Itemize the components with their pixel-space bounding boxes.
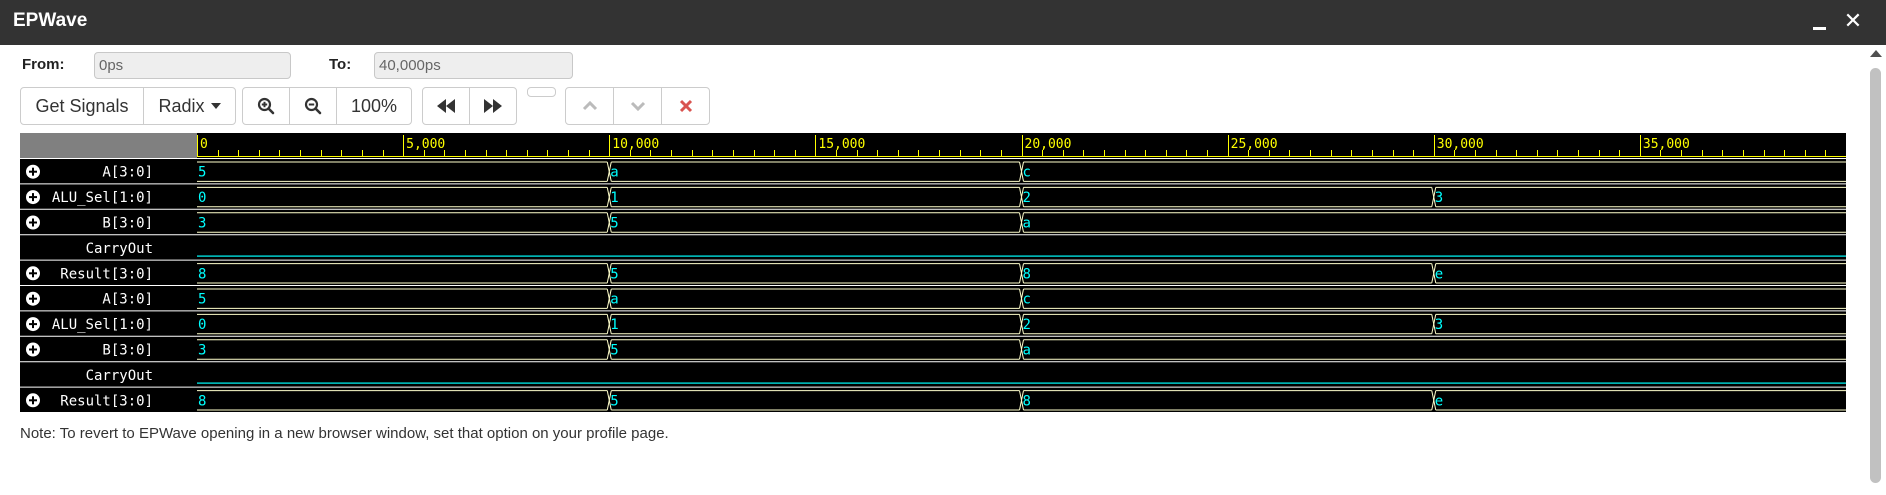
zoom-level-button[interactable]: 100% xyxy=(336,87,412,125)
backward-button[interactable] xyxy=(422,87,470,125)
timeline-tick-label: 25,000 xyxy=(1231,137,1278,152)
caret-down-icon xyxy=(210,103,221,109)
timeline-tick-label: 30,000 xyxy=(1437,137,1484,152)
to-input[interactable] xyxy=(374,52,573,79)
radix-label: Radix xyxy=(158,95,205,116)
bus-value-label: 5 xyxy=(198,165,206,181)
bus-value-label: a xyxy=(1023,343,1031,359)
zoom-out-icon xyxy=(304,97,322,115)
delete-signal-button[interactable] xyxy=(661,87,710,125)
bus-value-label: e xyxy=(1435,266,1443,282)
timeline-tick-label: 5,000 xyxy=(406,137,445,152)
timeline-tick-label: 15,000 xyxy=(818,137,865,152)
chevron-up-icon xyxy=(582,101,597,111)
zoom-out-button[interactable] xyxy=(289,87,337,125)
move-up-button[interactable] xyxy=(565,87,614,125)
note-text: Note: To revert to EPWave opening in a n… xyxy=(20,425,669,442)
zoom-in-icon xyxy=(257,97,275,115)
zoom-level-label: 100% xyxy=(350,95,398,116)
signal-name: ALU_Sel[1:0] xyxy=(52,190,153,206)
timeline-tick-label: 20,000 xyxy=(1025,137,1072,152)
forward-icon xyxy=(484,99,502,113)
bus-value-label: 3 xyxy=(1435,190,1443,206)
signal-name: B[3:0] xyxy=(102,216,153,232)
bus-value-label: 3 xyxy=(1435,317,1443,333)
bus-value-label: 8 xyxy=(1023,266,1031,282)
chevron-down-icon xyxy=(630,101,645,111)
radix-button[interactable]: Radix xyxy=(143,87,236,125)
signal-name: ALU_Sel[1:0] xyxy=(52,317,153,333)
search-pill[interactable] xyxy=(527,87,556,97)
move-down-button[interactable] xyxy=(613,87,662,125)
signals-button-group: Get Signals Radix xyxy=(20,87,236,125)
bus-value-label: 3 xyxy=(198,216,206,232)
bus-value-label: c xyxy=(1023,292,1031,308)
backward-icon xyxy=(437,99,455,113)
timeline-tick-label: 35,000 xyxy=(1643,137,1690,152)
bus-value-label: e xyxy=(1435,393,1443,409)
signal-name: B[3:0] xyxy=(102,343,153,359)
bus-value-label: 5 xyxy=(198,292,206,308)
signal-name: A[3:0] xyxy=(102,165,153,181)
scrollbar-thumb[interactable] xyxy=(1870,68,1881,483)
bus-value-label: 8 xyxy=(1023,393,1031,409)
close-icon[interactable]: ✕ xyxy=(1841,6,1865,36)
signal-name: Result[3:0] xyxy=(60,266,153,282)
bus-value-label: a xyxy=(610,292,618,308)
timeline-tick-label: 0 xyxy=(200,137,208,152)
signal-edit-button-group xyxy=(565,87,710,125)
to-label: To: xyxy=(329,56,352,73)
bus-value-label: 8 xyxy=(198,393,206,409)
forward-button[interactable] xyxy=(469,87,517,125)
zoom-button-group: 100% xyxy=(242,87,412,125)
delete-icon xyxy=(679,99,692,113)
bus-value-label: 5 xyxy=(610,216,618,232)
bus-value-label: 5 xyxy=(610,393,618,409)
get-signals-button[interactable]: Get Signals xyxy=(20,87,144,125)
signal-name: CarryOut xyxy=(86,368,153,384)
bus-value-label: 0 xyxy=(198,317,206,333)
get-signals-label: Get Signals xyxy=(35,95,129,116)
bus-value-label: 2 xyxy=(1023,190,1031,206)
bus-value-label: 3 xyxy=(198,343,206,359)
bus-value-label: a xyxy=(610,165,618,181)
signal-name: A[3:0] xyxy=(102,292,153,308)
navigate-button-group xyxy=(422,87,517,125)
window-titlebar: EPWave ✕ xyxy=(0,0,1886,45)
bus-value-label: 0 xyxy=(198,190,206,206)
bus-value-label: 8 xyxy=(198,266,206,282)
scroll-up-icon[interactable] xyxy=(1870,50,1882,57)
bus-value-label: c xyxy=(1023,165,1031,181)
waveform-viewer[interactable]: 0 5,000 10,000 15,000 20,000 25,000 30,000 35,0… xyxy=(20,133,1846,413)
timeline-tick-label: 10,000 xyxy=(612,137,659,152)
minimize-icon[interactable] xyxy=(1809,6,1833,36)
from-label: From: xyxy=(22,56,65,73)
signal-name: CarryOut xyxy=(86,241,153,257)
signal-name: Result[3:0] xyxy=(60,393,153,409)
window-title: EPWave xyxy=(13,10,88,31)
bus-value-label: 5 xyxy=(610,343,618,359)
bus-value-label: 5 xyxy=(610,266,618,282)
bus-value-label: 1 xyxy=(610,317,618,333)
bus-value-label: 1 xyxy=(610,190,618,206)
bus-value-label: 2 xyxy=(1023,317,1031,333)
bus-value-label: a xyxy=(1023,216,1031,232)
zoom-in-button[interactable] xyxy=(242,87,290,125)
from-input[interactable] xyxy=(94,52,291,79)
